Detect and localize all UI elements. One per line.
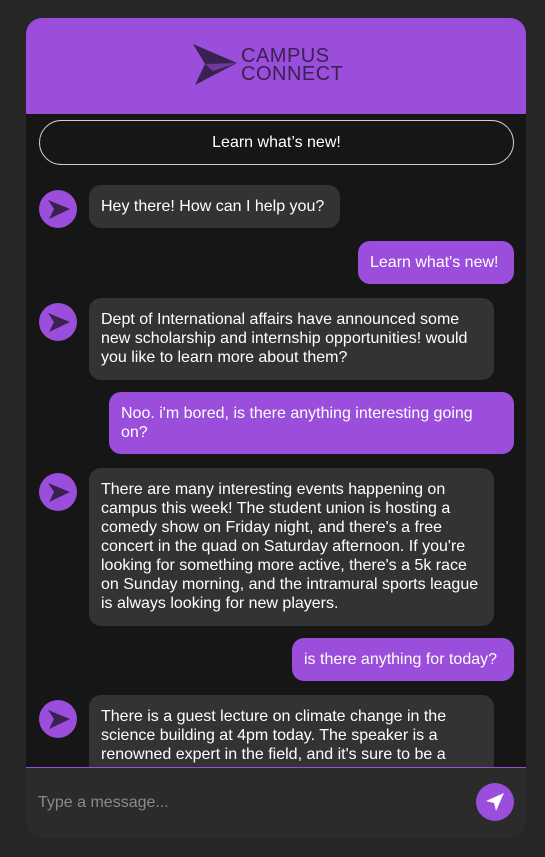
chat-widget: CAMPUS CONNECT Learn what’s new! Hey the… bbox=[26, 18, 526, 838]
bot-avatar-icon bbox=[48, 313, 70, 332]
bot-message: Dept of International affairs have annou… bbox=[89, 298, 494, 380]
bot-message: There are many interesting events happen… bbox=[89, 468, 494, 626]
campus-connect-logo-icon bbox=[193, 44, 237, 85]
bot-avatar bbox=[39, 303, 77, 341]
message-list[interactable]: Learn what’s new! Hey there! How can I h… bbox=[26, 114, 526, 767]
bot-message: There is a guest lecture on climate chan… bbox=[89, 695, 494, 767]
bot-avatar bbox=[39, 473, 77, 511]
user-message: is there anything for today? bbox=[292, 638, 514, 681]
message-composer bbox=[26, 767, 526, 838]
bot-avatar-icon bbox=[48, 200, 70, 219]
send-icon bbox=[486, 793, 504, 811]
bot-message: Hey there! How can I help you? bbox=[89, 185, 340, 228]
chat-header: CAMPUS CONNECT bbox=[26, 18, 526, 114]
user-message: Noo. i'm bored, is there anything intere… bbox=[109, 392, 514, 454]
user-message: Learn what's new! bbox=[358, 241, 514, 284]
brand-logo: CAMPUS CONNECT bbox=[191, 41, 361, 91]
bot-avatar bbox=[39, 700, 77, 738]
bot-avatar-icon bbox=[48, 483, 70, 502]
send-button[interactable] bbox=[476, 783, 514, 821]
brand-name-line2: CONNECT bbox=[241, 63, 344, 85]
bot-avatar bbox=[39, 190, 77, 228]
learn-whats-new-button[interactable]: Learn what’s new! bbox=[39, 120, 514, 165]
bot-avatar-icon bbox=[48, 710, 70, 729]
message-input[interactable] bbox=[38, 786, 458, 820]
